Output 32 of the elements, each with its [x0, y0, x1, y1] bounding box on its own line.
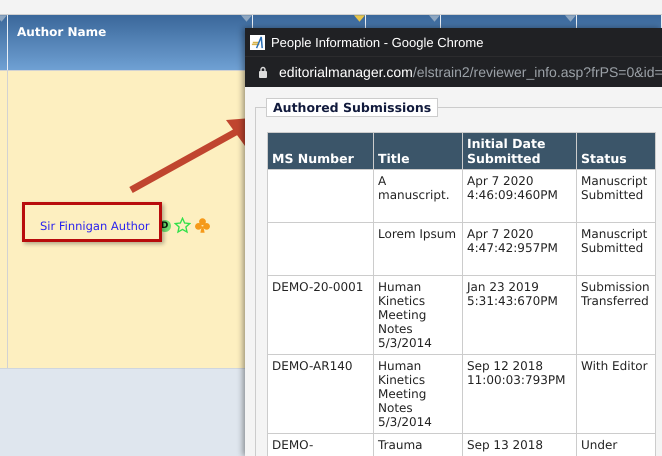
club-icon [194, 217, 211, 234]
table-cell: Sep 13 2018 [467, 438, 544, 452]
table-cell: DEMO-AR140 [272, 359, 352, 373]
app-logo-icon [250, 34, 265, 50]
url-text: editorialmanager.com/elstrain2/reviewer_info.asp?frPS=0&id= [279, 64, 662, 80]
author-link[interactable]: Sir Finnigan Author [40, 218, 150, 232]
table-cell: Apr 7 2020 4:47:42:957PM [467, 227, 558, 255]
column-header: Initial Date Submitted [462, 132, 576, 170]
table-cell: Lorem Ipsum [378, 227, 456, 241]
table-cell: A manuscript. [378, 174, 450, 202]
table-cell: DEMO-20-0001 [272, 280, 364, 294]
table-cell: Jan 23 2019 5:31:43:670PM [467, 280, 558, 308]
table-cell: Under [581, 438, 618, 452]
table-cell: Human Kinetics Meeting Notes 5/3/2014 [378, 359, 432, 429]
table-cell: With Editor [581, 359, 648, 373]
column-header: Title [374, 132, 462, 170]
column-header: MS Number [268, 132, 374, 170]
star-icon [174, 217, 191, 234]
section-title: Authored Submissions [266, 98, 438, 117]
table-cell: Trauma [378, 438, 423, 452]
table-cell: Apr 7 2020 4:46:09:460PM [467, 174, 558, 202]
table-cell: Manuscript Submitted [581, 227, 648, 255]
address-bar[interactable]: editorialmanager.com/elstrain2/reviewer_info.asp?frPS=0&id= [245, 56, 662, 87]
column-header: Status [576, 132, 656, 170]
table-cell: Manuscript Submitted [581, 174, 648, 202]
table-cell: Sep 12 2018 11:00:03:793PM [467, 359, 566, 387]
column-title: Author Name [17, 25, 106, 39]
window-title: People Information - Google Chrome [271, 34, 484, 50]
table-cell: Human Kinetics Meeting Notes 5/3/2014 [378, 280, 432, 350]
table-cell: DEMO- [272, 438, 314, 452]
lock-icon [258, 66, 268, 78]
table-cell: Submission Transferred [581, 280, 650, 308]
